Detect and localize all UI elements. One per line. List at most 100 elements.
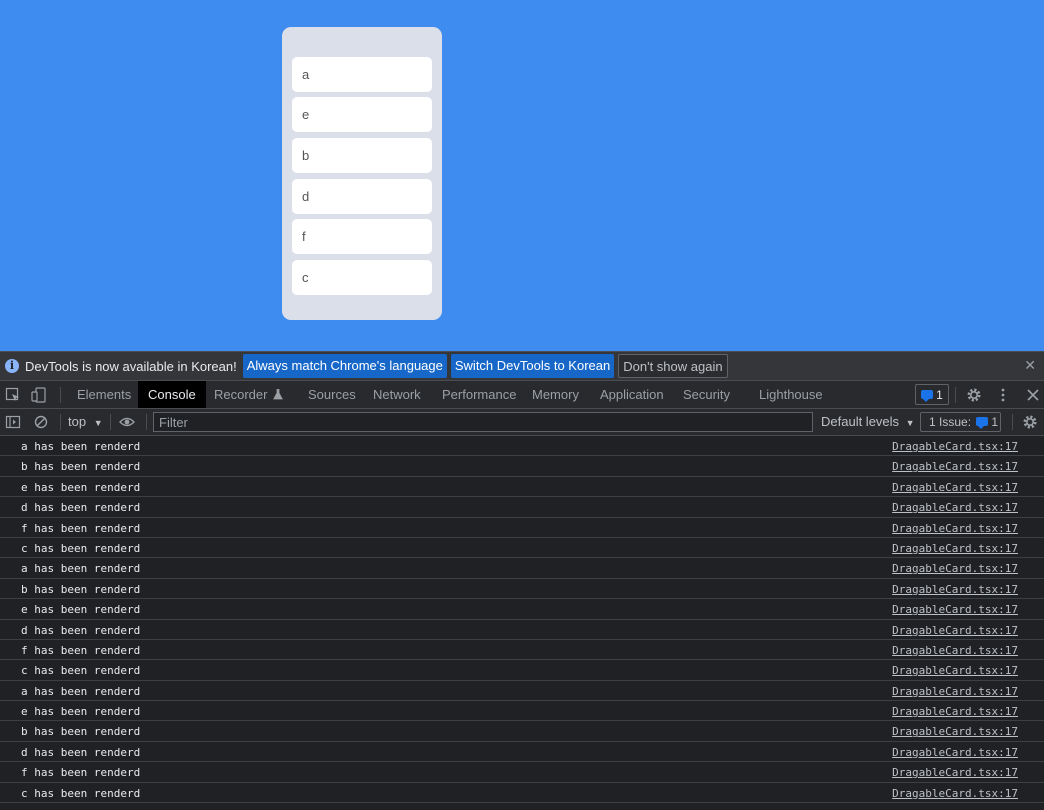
experiment-flask-icon xyxy=(273,389,283,400)
device-toolbar-icon[interactable] xyxy=(31,387,47,403)
tab-network[interactable]: Network xyxy=(363,381,431,408)
issues-counter-button[interactable]: 1 Issue: 1 xyxy=(920,412,1001,432)
log-levels-dropdown[interactable]: Default levels ▼ xyxy=(821,414,915,429)
inspect-element-icon[interactable] xyxy=(5,387,21,403)
source-link[interactable]: DragableCard.tsx:17 xyxy=(892,481,1018,494)
console-message-row: f has been renderd DragableCard.tsx:17 xyxy=(0,518,1044,538)
source-link[interactable]: DragableCard.tsx:17 xyxy=(892,522,1018,535)
console-message-row: b has been renderd DragableCard.tsx:17 xyxy=(0,579,1044,600)
show-sidebar-icon[interactable] xyxy=(5,414,21,430)
message-text: e has been renderd xyxy=(21,705,141,719)
info-icon: i xyxy=(5,359,19,373)
console-message-row: b has been renderd DragableCard.tsx:17 xyxy=(0,721,1044,742)
message-icon xyxy=(921,390,934,402)
console-filter-input[interactable] xyxy=(153,412,813,432)
message-text: d has been renderd xyxy=(21,623,141,637)
infobar-message: DevTools is now available in Korean! xyxy=(25,358,237,374)
issues-text: 1 Issue: xyxy=(929,415,972,429)
source-link[interactable]: DragableCard.tsx:17 xyxy=(892,624,1018,637)
source-link[interactable]: DragableCard.tsx:17 xyxy=(892,460,1018,473)
source-link[interactable]: DragableCard.tsx:17 xyxy=(892,501,1018,514)
draggable-card[interactable]: a xyxy=(292,57,432,92)
tab-memory[interactable]: Memory xyxy=(522,381,589,408)
message-text: e has been renderd xyxy=(21,603,141,617)
context-selector[interactable]: top ▼ xyxy=(68,414,103,429)
tab-performance[interactable]: Performance xyxy=(432,381,526,408)
dropdown-arrow-icon: ▼ xyxy=(93,418,103,428)
close-devtools-icon[interactable] xyxy=(1025,387,1041,403)
log-levels-label: Default levels xyxy=(821,414,900,429)
console-message-row: a has been renderd DragableCard.tsx:17 xyxy=(0,436,1044,457)
draggable-card[interactable]: d xyxy=(292,179,432,214)
message-icon xyxy=(976,417,989,429)
source-link[interactable]: DragableCard.tsx:17 xyxy=(892,583,1018,596)
message-text: b has been renderd xyxy=(21,725,141,739)
close-icon[interactable]: ✕ xyxy=(1024,357,1036,374)
message-text: d has been renderd xyxy=(21,501,141,515)
tab-sources[interactable]: Sources xyxy=(298,381,366,408)
more-options-icon[interactable] xyxy=(995,387,1011,403)
tab-recorder-label: Recorder xyxy=(214,387,268,402)
issues-count: 1 xyxy=(936,387,943,402)
dropdown-arrow-icon: ▼ xyxy=(905,418,915,428)
draggable-card[interactable]: b xyxy=(292,138,432,173)
console-message-row: b has been renderd DragableCard.tsx:17 xyxy=(0,456,1044,477)
console-settings-gear-icon[interactable] xyxy=(1022,414,1038,430)
tab-security[interactable]: Security xyxy=(673,381,740,408)
console-message-row: f has been renderd DragableCard.tsx:17 xyxy=(0,640,1044,661)
console-messages: a has been renderd DragableCard.tsx:17 b … xyxy=(0,436,1044,810)
page-viewport: a e b d f c xyxy=(0,0,1044,351)
devtools-tabbar: Elements Console Recorder Sources Networ… xyxy=(0,381,1044,409)
devtools-language-infobar: i DevTools is now available in Korean! A… xyxy=(0,351,1044,381)
message-text: b has been renderd xyxy=(21,582,141,596)
console-toolbar: top ▼ Default levels ▼ 1 Issue: 1 xyxy=(0,409,1044,436)
switch-to-korean-button[interactable]: Switch DevTools to Korean xyxy=(450,354,615,378)
source-link[interactable]: DragableCard.tsx:17 xyxy=(892,440,1018,453)
context-label: top xyxy=(68,414,87,429)
message-text: a has been renderd xyxy=(21,440,141,453)
message-text: d has been renderd xyxy=(21,745,141,759)
console-message-row: c has been renderd DragableCard.tsx:17 xyxy=(0,660,1044,681)
clear-console-icon[interactable] xyxy=(33,414,49,430)
message-text: f has been renderd xyxy=(21,766,141,780)
source-link[interactable]: DragableCard.tsx:17 xyxy=(892,725,1018,738)
source-link[interactable]: DragableCard.tsx:17 xyxy=(892,542,1018,555)
message-text: a has been renderd xyxy=(21,562,141,576)
tab-lighthouse[interactable]: Lighthouse xyxy=(749,381,833,408)
tab-elements[interactable]: Elements xyxy=(67,381,141,408)
source-link[interactable]: DragableCard.tsx:17 xyxy=(892,685,1018,698)
live-expression-eye-icon[interactable] xyxy=(119,414,135,430)
source-link[interactable]: DragableCard.tsx:17 xyxy=(892,766,1018,779)
console-message-row: e has been renderd DragableCard.tsx:17 xyxy=(0,701,1044,722)
draggable-card[interactable]: c xyxy=(292,260,432,295)
settings-gear-icon[interactable] xyxy=(966,387,982,403)
console-message-row: a has been renderd DragableCard.tsx:17 xyxy=(0,558,1044,579)
draggable-card[interactable]: f xyxy=(292,219,432,254)
message-text: f has been renderd xyxy=(21,521,141,535)
tab-recorder[interactable]: Recorder xyxy=(204,381,293,408)
source-link[interactable]: DragableCard.tsx:17 xyxy=(892,603,1018,616)
source-link[interactable]: DragableCard.tsx:17 xyxy=(892,562,1018,575)
message-text: c has been renderd xyxy=(21,541,141,555)
source-link[interactable]: DragableCard.tsx:17 xyxy=(892,705,1018,718)
source-link[interactable]: DragableCard.tsx:17 xyxy=(892,664,1018,677)
console-message-row: d has been renderd DragableCard.tsx:17 xyxy=(0,742,1044,763)
console-message-row: f has been renderd DragableCard.tsx:17 xyxy=(0,762,1044,783)
source-link[interactable]: DragableCard.tsx:17 xyxy=(892,644,1018,657)
always-match-language-button[interactable]: Always match Chrome's language xyxy=(242,354,447,378)
console-message-row: c has been renderd DragableCard.tsx:17 xyxy=(0,538,1044,559)
message-text: c has been renderd xyxy=(21,664,141,678)
message-text: c has been renderd xyxy=(21,786,141,800)
dont-show-again-button[interactable]: Don't show again xyxy=(618,354,728,378)
source-link[interactable]: DragableCard.tsx:17 xyxy=(892,746,1018,759)
console-message-row: d has been renderd DragableCard.tsx:17 xyxy=(0,497,1044,518)
console-message-row: c has been renderd DragableCard.tsx:17 xyxy=(0,783,1044,804)
issues-badge[interactable]: 1 xyxy=(915,384,949,405)
issues-count: 1 xyxy=(991,415,999,429)
tab-application[interactable]: Application xyxy=(590,381,674,408)
source-link[interactable]: DragableCard.tsx:17 xyxy=(892,787,1018,800)
console-message-row: d has been renderd DragableCard.tsx:17 xyxy=(0,620,1044,640)
draggable-card[interactable]: e xyxy=(292,97,432,132)
message-text: e has been renderd xyxy=(21,480,141,494)
tab-console[interactable]: Console xyxy=(138,381,206,408)
